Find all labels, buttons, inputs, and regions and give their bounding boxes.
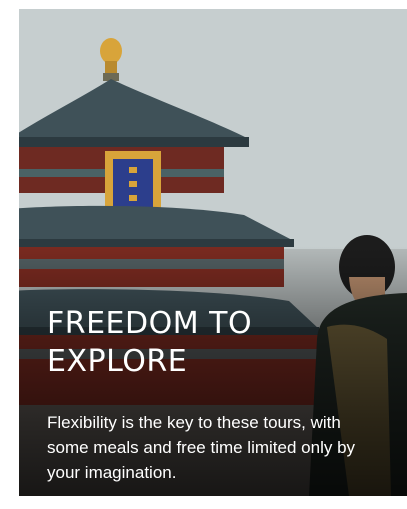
tour-feature-card[interactable]: FREEDOM TO EXPLORE Flexibility is the ke… [19,9,407,496]
card-description: Flexibility is the key to these tours, w… [47,413,356,482]
card-title: FREEDOM TO EXPLORE [47,306,253,379]
page: FREEDOM TO EXPLORE Flexibility is the ke… [0,0,407,509]
